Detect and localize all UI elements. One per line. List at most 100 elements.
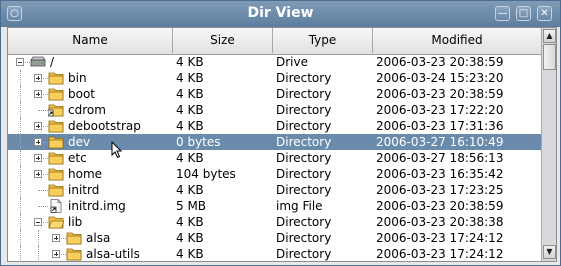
row-size: 104 bytes xyxy=(176,167,236,181)
row-size: 4 KB xyxy=(176,151,204,165)
row-type: Drive xyxy=(276,55,308,69)
row-type: Directory xyxy=(276,151,332,165)
tree-row[interactable]: bin 4 KB Directory 2006-03-24 15:23:20 xyxy=(8,70,541,86)
column-header-name[interactable]: Name xyxy=(8,28,173,53)
row-modified: 2006-03-23 17:31:36 xyxy=(376,119,504,133)
row-size: 4 KB xyxy=(176,55,204,69)
row-size: 4 KB xyxy=(176,231,204,245)
row-name: alsa-utils xyxy=(86,247,140,261)
expand-toggle[interactable] xyxy=(34,90,42,98)
maximize-button[interactable]: □ xyxy=(516,6,531,21)
expand-toggle[interactable] xyxy=(52,234,60,242)
row-name: lib xyxy=(68,215,83,229)
folder-icon xyxy=(66,247,82,261)
expand-toggle[interactable] xyxy=(34,170,42,178)
window-title: Dir View xyxy=(247,5,314,21)
directory-tree-view[interactable]: Name Size Type Modified / 4 KB Drive 2006-0… xyxy=(7,27,557,262)
tree-guide-line xyxy=(20,198,21,214)
scroll-thumb[interactable] xyxy=(543,44,556,70)
tree-row[interactable]: etc 4 KB Directory 2006-03-27 18:56:13 xyxy=(8,150,541,166)
row-type: Directory xyxy=(276,71,332,85)
column-header-modified[interactable]: Modified xyxy=(373,28,541,53)
row-modified: 2006-03-23 17:24:12 xyxy=(376,247,504,261)
row-modified: 2006-03-23 16:35:42 xyxy=(376,167,504,181)
row-size: 4 KB xyxy=(176,183,204,197)
tree-guide-line xyxy=(20,246,21,261)
title-bar[interactable]: ○ Dir View — □ ✕ xyxy=(1,1,560,27)
tree-row[interactable]: debootstrap 4 KB Directory 2006-03-23 17:31… xyxy=(8,118,541,134)
tree-row[interactable]: home 104 bytes Directory 2006-03-23 16:35:4… xyxy=(8,166,541,182)
tree-guide-line xyxy=(20,118,21,134)
row-modified: 2006-03-23 20:38:59 xyxy=(376,87,504,101)
scroll-down-button[interactable]: ▼ xyxy=(543,245,556,259)
folder-icon xyxy=(48,151,64,165)
row-type: Directory xyxy=(276,119,332,133)
tree-rows: / 4 KB Drive 2006-03-23 20:38:59 bin 4 KB Dire… xyxy=(8,54,541,261)
tree-guide-line xyxy=(38,230,39,246)
tree-row[interactable]: alsa-utils 4 KB Directory 2006-03-23 17:24:… xyxy=(8,246,541,261)
row-type: Directory xyxy=(276,103,332,117)
folder-icon xyxy=(48,87,64,101)
drive-icon xyxy=(30,55,46,69)
column-header-type[interactable]: Type xyxy=(273,28,373,53)
expand-toggle[interactable] xyxy=(34,154,42,162)
row-size: 4 KB xyxy=(176,87,204,101)
tree-guide-line xyxy=(20,86,21,102)
row-type: Directory xyxy=(276,183,332,197)
row-type: Directory xyxy=(276,215,332,229)
folder-open-icon xyxy=(48,215,65,229)
tree-guide-line xyxy=(20,214,21,230)
tree-row[interactable]: / 4 KB Drive 2006-03-23 20:38:59 xyxy=(8,54,541,70)
row-name: cdrom xyxy=(68,103,106,117)
row-modified: 2006-03-24 15:23:20 xyxy=(376,71,504,85)
row-name: dev xyxy=(68,135,91,149)
tree-guide-line xyxy=(20,166,21,182)
folder-icon xyxy=(48,167,64,181)
collapse-toggle[interactable] xyxy=(34,218,42,226)
expand-toggle[interactable] xyxy=(34,138,42,146)
tree-guide-line xyxy=(20,230,21,246)
vertical-scrollbar[interactable]: ▲ ▼ xyxy=(541,28,556,261)
folder-icon xyxy=(66,231,82,245)
tree-row[interactable]: initrd.img 5 MB img File 2006-03-23 20:38:5… xyxy=(8,198,541,214)
tree-guide-line xyxy=(38,190,48,191)
expand-toggle[interactable] xyxy=(34,74,42,82)
row-modified: 2006-03-23 20:38:38 xyxy=(376,215,504,229)
row-name: etc xyxy=(68,151,87,165)
tree-row[interactable]: cdrom 4 KB Directory 2006-03-23 17:22:20 xyxy=(8,102,541,118)
row-name: initrd xyxy=(68,183,100,197)
tree-row[interactable]: dev 0 bytes Directory 2006-03-27 16:10:49 xyxy=(8,134,541,150)
tree-row[interactable]: boot 4 KB Directory 2006-03-23 20:38:59 xyxy=(8,86,541,102)
expand-toggle[interactable] xyxy=(52,250,60,258)
row-size: 4 KB xyxy=(176,247,204,261)
row-type: Directory xyxy=(276,231,332,245)
row-name: initrd.img xyxy=(68,199,126,213)
row-name: alsa xyxy=(86,231,111,245)
tree-guide-line xyxy=(20,70,21,86)
tree-row[interactable]: alsa 4 KB Directory 2006-03-23 17:24:12 xyxy=(8,230,541,246)
row-size: 4 KB xyxy=(176,119,204,133)
tree-guide-line xyxy=(20,102,21,118)
file-link-icon xyxy=(48,199,64,213)
column-header-size[interactable]: Size xyxy=(173,28,273,53)
tree-guide-line xyxy=(20,182,21,198)
row-size: 4 KB xyxy=(176,215,204,229)
row-size: 4 KB xyxy=(176,103,204,117)
folder-icon xyxy=(48,119,64,133)
row-name: debootstrap xyxy=(68,119,141,133)
tree-guide-line xyxy=(38,206,48,207)
tree-row[interactable]: initrd 4 KB Directory 2006-03-23 17:23:25 xyxy=(8,182,541,198)
row-type: img File xyxy=(276,199,323,213)
row-modified: 2006-03-23 17:22:20 xyxy=(376,103,504,117)
row-modified: 2006-03-23 17:23:25 xyxy=(376,183,504,197)
folder-icon xyxy=(48,71,64,85)
expand-toggle[interactable] xyxy=(34,122,42,130)
collapse-toggle[interactable] xyxy=(16,58,24,66)
close-button[interactable]: ✕ xyxy=(537,6,552,21)
minimize-button[interactable]: — xyxy=(495,6,510,21)
tree-guide-line xyxy=(20,134,21,150)
scroll-up-button[interactable]: ▲ xyxy=(543,29,556,43)
tree-row[interactable]: lib 4 KB Directory 2006-03-23 20:38:38 xyxy=(8,214,541,230)
row-modified: 2006-03-27 16:10:49 xyxy=(376,135,504,149)
row-size: 5 MB xyxy=(176,199,207,213)
